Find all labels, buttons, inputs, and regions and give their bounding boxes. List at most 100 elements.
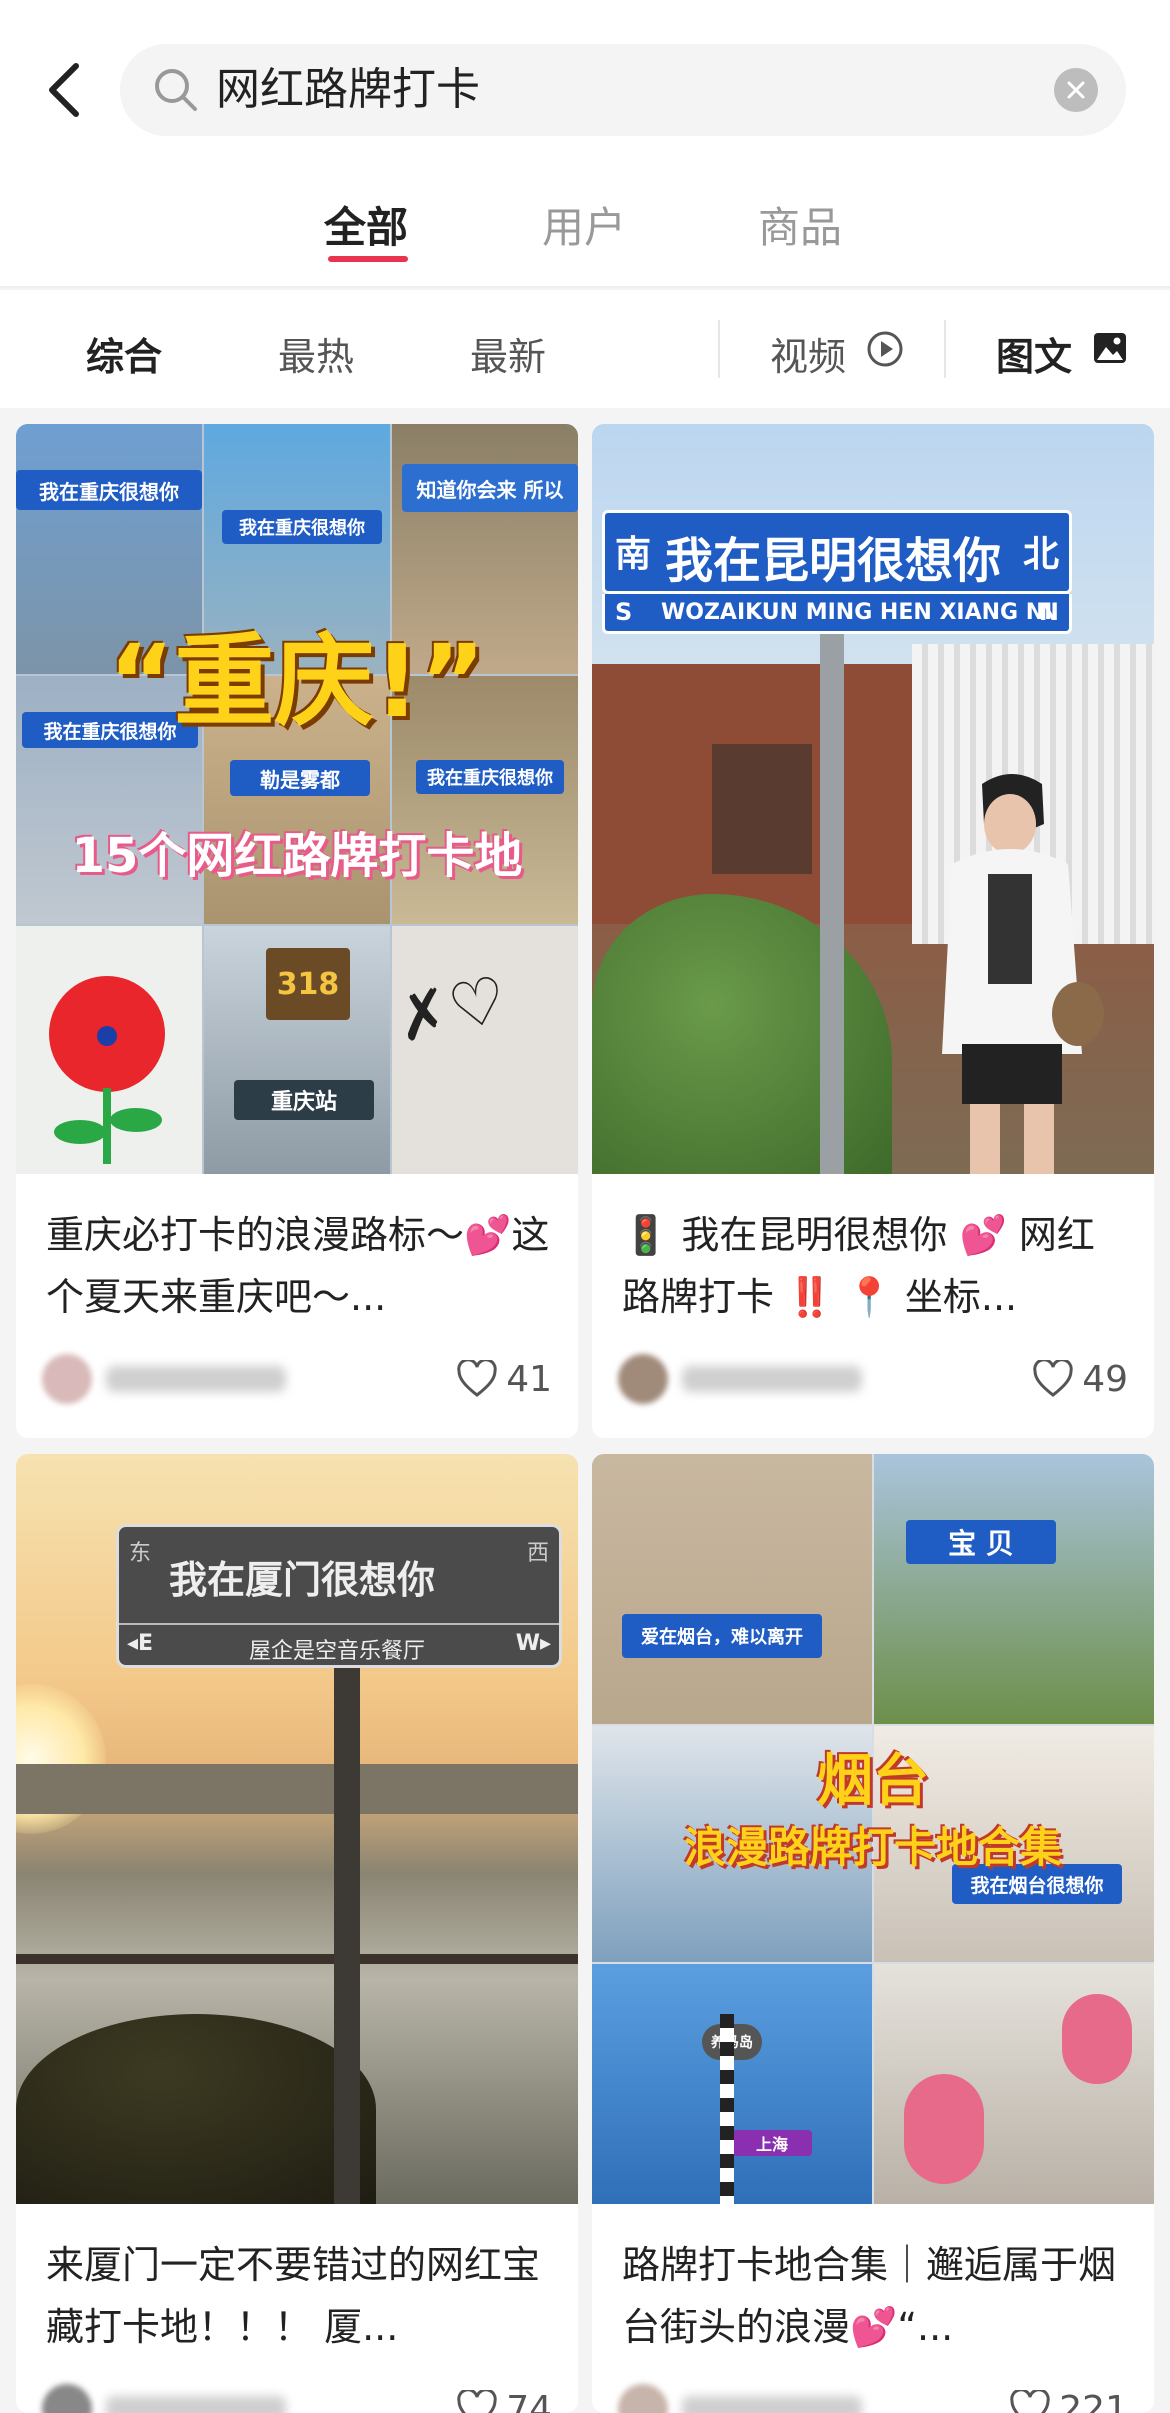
author-name-blurred[interactable] <box>106 2396 286 2413</box>
post-footer: 49 <box>618 1348 1128 1408</box>
post-cover-image: 宝 贝 爱在烟台，难以离开 我在烟台很想你 养马岛 上海 烟台 浪漫路牌打卡地合… <box>592 1454 1154 2204</box>
sort-comprehensive[interactable]: 综合 <box>86 326 162 381</box>
post-cover-image: 东 我在厦门很想你 西 ◂E 屋企是空音乐餐厅 W▸ <box>16 1454 578 2204</box>
pink-bear-toy <box>1062 1994 1132 2084</box>
author-name-blurred[interactable] <box>682 1366 862 1392</box>
tab-all[interactable]: 全部 <box>324 194 408 255</box>
sort-hottest[interactable]: 最热 <box>278 326 354 381</box>
like-button[interactable]: 41 <box>456 1352 552 1406</box>
image-icon[interactable] <box>1092 330 1128 366</box>
sign-sub-text: WOZAIKUN MING HEN XIANG NI <box>661 600 1053 625</box>
cover-headline: 烟台 <box>817 1749 929 1814</box>
road-sign: 重庆站 <box>234 1080 374 1120</box>
post-title[interactable]: 重庆必打卡的浪漫路标～💕这个夏天来重庆吧～... <box>46 1204 554 1328</box>
person-figure <box>942 774 1104 1174</box>
cover-subheadline: 浪漫路牌打卡地合集 <box>683 1823 1062 1872</box>
heart-icon <box>1010 2390 1050 2413</box>
road-sign: 我在重庆很想你 <box>416 760 564 794</box>
sign-n: N <box>1038 598 1059 626</box>
post-card[interactable]: 东 我在厦门很想你 西 ◂E 屋企是空音乐餐厅 W▸ 来厦门一定不要错过的网红宝… <box>16 1454 578 2413</box>
sign-main-text: 我在厦门很想你 <box>169 1558 436 1602</box>
post-cover-image: 我在重庆很想你 我在重庆很想你 知道你会来 所以 我在重庆很想你 勒是雾都 我在… <box>16 424 578 1174</box>
road-sign: 我在重庆很想你 <box>16 470 202 510</box>
close-icon <box>1067 81 1085 99</box>
post-footer: 41 <box>42 1348 552 1408</box>
avatar[interactable] <box>618 2384 668 2413</box>
like-button[interactable]: 74 <box>456 2382 552 2413</box>
post-title[interactable]: 来厦门一定不要错过的网红宝藏打卡地！！！ 厦... <box>46 2234 554 2358</box>
post-card[interactable]: 宝 贝 爱在烟台，难以离开 我在烟台很想你 养马岛 上海 烟台 浪漫路牌打卡地合… <box>592 1454 1154 2413</box>
tab-products[interactable]: 商品 <box>758 194 842 255</box>
cover-subheadline: 15个网红路牌打卡地 <box>71 828 523 884</box>
pink-bear-toy <box>904 2074 984 2184</box>
sign-s: S <box>615 598 633 626</box>
road-sign: 我在重庆很想你 <box>222 510 382 544</box>
back-arrow-icon <box>49 63 79 117</box>
road-sign: 东 我在厦门很想你 西 ◂E 屋企是空音乐餐厅 W▸ <box>116 1524 562 1668</box>
sign-main-text: 我在昆明很想你 <box>665 533 1002 589</box>
filter-divider <box>718 320 720 378</box>
flower-illustration <box>49 976 165 1164</box>
sign-pole <box>820 604 844 1174</box>
post-cover-image: 南 我在昆明很想你 北 S WOZAIKUN MING HEN XIANG NI… <box>592 424 1154 1174</box>
like-count: 49 <box>1082 1358 1128 1400</box>
post-card[interactable]: 南 我在昆明很想你 北 S WOZAIKUN MING HEN XIANG NI… <box>592 424 1154 1438</box>
sign-direction-left: 东 <box>129 1541 152 1566</box>
heart-icon <box>457 2390 497 2413</box>
road-sign: 知道你会来 所以 <box>402 464 578 512</box>
like-count: 221 <box>1059 2388 1128 2413</box>
search-input[interactable] <box>216 44 1016 136</box>
road-sign-sub: S WOZAIKUN MING HEN XIANG NI N <box>602 594 1072 634</box>
bushes <box>592 894 892 1174</box>
post-title[interactable]: 🚦 我在昆明很想你 💕 网红路牌打卡 ‼️ 📍 坐标... <box>622 1204 1130 1328</box>
author-name-blurred[interactable] <box>106 1366 286 1392</box>
play-icon[interactable] <box>866 330 904 368</box>
road-sign: 318 <box>266 948 350 1020</box>
railing <box>16 1954 578 1964</box>
avatar[interactable] <box>42 2384 92 2413</box>
search-header <box>0 0 1170 150</box>
author-name-blurred[interactable] <box>682 2396 862 2413</box>
post-card[interactable]: 我在重庆很想你 我在重庆很想你 知道你会来 所以 我在重庆很想你 勒是雾都 我在… <box>16 424 578 1438</box>
like-count: 74 <box>506 2388 552 2413</box>
sign-e: ◂E <box>127 1631 154 1656</box>
cover-headline: “重庆!” <box>108 623 486 740</box>
heart-icon <box>1033 1360 1073 1397</box>
building-door <box>712 744 812 874</box>
sign-direction-right: 西 <box>526 1541 549 1566</box>
sign-w: W▸ <box>515 1631 551 1656</box>
collage-tile <box>592 1454 872 1724</box>
search-box[interactable] <box>120 44 1126 136</box>
road-sign: 爱在烟台，难以离开 <box>622 1614 822 1658</box>
trees <box>16 2014 376 2204</box>
filter-video-label[interactable]: 视频 <box>770 326 846 381</box>
city-skyline <box>16 1764 578 1814</box>
back-button[interactable] <box>36 58 92 122</box>
road-sign: 宝 贝 <box>906 1520 1056 1564</box>
sort-newest[interactable]: 最新 <box>470 326 546 381</box>
filter-bar: 综合 最热 最新 视频 图文 <box>0 290 1170 408</box>
heart-icon <box>457 1360 497 1397</box>
clear-search-button[interactable] <box>1054 68 1098 112</box>
road-sign: 上海 <box>732 2130 812 2156</box>
avatar[interactable] <box>42 1354 92 1404</box>
filter-divider <box>944 320 946 378</box>
like-button[interactable]: 49 <box>1032 1352 1128 1406</box>
search-icon <box>155 69 197 111</box>
post-title[interactable]: 路牌打卡地合集｜邂逅属于烟台街头的浪漫💕“... <box>622 2234 1130 2358</box>
sign-direction-left: 南 <box>615 534 652 575</box>
post-footer: 74 <box>42 2378 552 2413</box>
filter-image-text-label[interactable]: 图文 <box>996 326 1072 381</box>
active-tab-indicator <box>328 256 408 262</box>
sign-sub-text: 屋企是空音乐餐厅 <box>249 1639 426 1664</box>
like-button[interactable]: 221 <box>1009 2382 1128 2413</box>
collage-tile <box>874 1454 1154 1724</box>
tab-users[interactable]: 用户 <box>542 194 626 255</box>
avatar[interactable] <box>618 1354 668 1404</box>
road-sign: 南 我在昆明很想你 北 <box>602 510 1072 594</box>
signpost-pole <box>720 2014 734 2204</box>
like-count: 41 <box>506 1358 552 1400</box>
result-type-tabs: 全部 用户 商品 <box>0 150 1170 288</box>
sign-pole <box>334 1654 360 2204</box>
post-footer: 221 <box>618 2378 1128 2413</box>
